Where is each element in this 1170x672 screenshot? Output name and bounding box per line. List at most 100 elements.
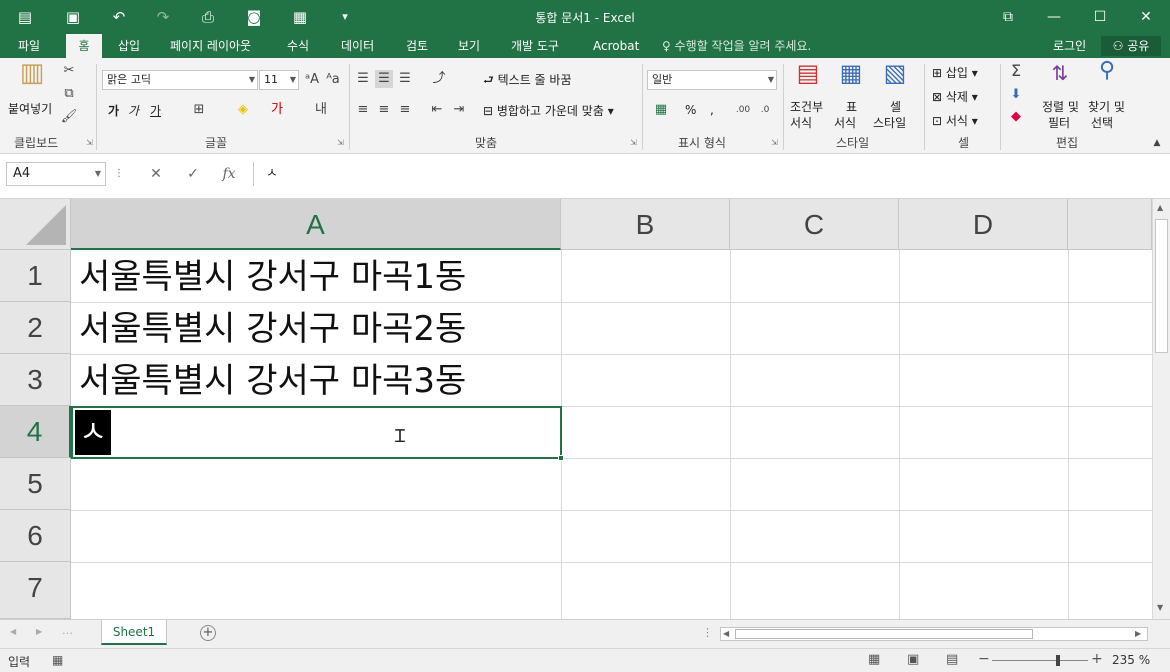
horizontal-scrollbar[interactable]: ◀ ▶ (720, 627, 1148, 641)
alignment-launcher-icon[interactable]: ⇲ (630, 138, 637, 147)
scroll-right-icon[interactable]: ▶ (1135, 629, 1141, 638)
close-button[interactable]: ✕ (1123, 0, 1169, 34)
page-break-view-icon[interactable]: ▤ (946, 652, 958, 667)
conditional-format-button[interactable]: 조건부 (790, 98, 823, 115)
zoom-out-icon[interactable]: − (978, 651, 990, 667)
column-header-b[interactable]: B (561, 199, 730, 250)
zoom-slider-track[interactable] (992, 660, 1088, 661)
orientation-icon[interactable]: ⤴ (428, 70, 450, 88)
cell-styles-button-line2[interactable]: 스타일 (873, 114, 906, 131)
tab-acrobat[interactable]: Acrobat (585, 34, 647, 58)
tab-formulas[interactable]: 수식 (279, 34, 317, 58)
tab-view[interactable]: 보기 (450, 34, 488, 58)
font-launcher-icon[interactable]: ⇲ (337, 138, 344, 147)
cut-icon[interactable]: ✂ (60, 62, 78, 80)
tab-split-grip-icon[interactable]: ⋮ (702, 626, 713, 639)
next-sheet-icon[interactable]: ▶ (36, 627, 42, 636)
clear-icon[interactable]: ◆ (1006, 108, 1026, 126)
insert-cells-button[interactable]: ⊞ 삽입 ▾ (932, 64, 978, 81)
sort-filter-icon[interactable]: ⇅ (1045, 63, 1075, 83)
italic-button[interactable]: 가 (128, 102, 139, 119)
tab-developer[interactable]: 개발 도구 (503, 34, 567, 58)
bold-button[interactable]: 가 (108, 102, 119, 119)
format-cells-button[interactable]: ⊡ 서식 ▾ (932, 112, 978, 129)
find-select-button[interactable]: 찾기 및 (1088, 98, 1125, 115)
decrease-indent-icon[interactable]: ⇤ (428, 101, 446, 119)
increase-indent-icon[interactable]: ⇥ (450, 101, 468, 119)
align-right-icon[interactable]: ≡ (396, 101, 414, 119)
bottom-align-icon[interactable]: ☰ (396, 70, 414, 88)
cell-styles-icon[interactable]: ▧ (880, 61, 910, 85)
ribbon-display-options-button[interactable]: ⧉ (985, 0, 1031, 34)
decrease-font-icon[interactable]: ᴬa (324, 71, 342, 89)
sort-filter-button[interactable]: 정렬 및 (1042, 98, 1079, 115)
row-header-4[interactable]: 4 (0, 406, 71, 458)
paste-button[interactable]: 붙여넣기 (8, 100, 52, 117)
increase-font-icon[interactable]: ᵃA (303, 71, 321, 89)
conditional-format-button-line2[interactable]: 서식 (790, 114, 812, 131)
conditional-format-icon[interactable]: ▤ (793, 61, 823, 85)
cell-styles-button[interactable]: 셀 (890, 98, 901, 115)
cell-a3[interactable]: 서울특별시 강서구 마곡3동 (71, 356, 466, 406)
column-header-c[interactable]: C (730, 199, 899, 250)
format-table-button-line2[interactable]: 서식 (834, 114, 856, 131)
page-layout-view-icon[interactable]: ▣ (907, 652, 919, 667)
column-header-d[interactable]: D (899, 199, 1068, 250)
row-header-7[interactable]: 7 (0, 562, 71, 619)
percent-button[interactable]: % (685, 103, 696, 117)
tab-review[interactable]: 검토 (398, 34, 436, 58)
cell-a2[interactable]: 서울특별시 강서구 마곡2동 (71, 304, 466, 354)
borders-icon[interactable]: ⊞ (190, 101, 208, 119)
autosum-icon[interactable]: Σ (1006, 62, 1026, 80)
font-color-icon[interactable]: 가 (268, 101, 286, 119)
top-align-icon[interactable]: ☰ (354, 70, 372, 88)
insert-function-button[interactable]: fx (214, 162, 244, 186)
copy-icon[interactable]: ⧉ (60, 85, 78, 103)
sheet-tab-sheet1[interactable]: Sheet1 (101, 620, 167, 645)
paste-icon[interactable]: ▥ (14, 60, 50, 94)
share-button[interactable]: ⚇ 공유 (1101, 36, 1161, 56)
scroll-left-icon[interactable]: ◀ (723, 629, 729, 638)
collapse-ribbon-icon[interactable]: ▲ (1150, 134, 1164, 152)
enter-entry-button[interactable]: ✓ (178, 162, 208, 186)
middle-align-icon[interactable]: ☰ (375, 70, 393, 88)
format-painter-icon[interactable]: 🖌 (60, 108, 78, 126)
column-header-e[interactable] (1068, 199, 1152, 250)
new-sheet-icon[interactable]: + (200, 625, 216, 641)
font-name-select[interactable]: 맑은 고딕 ▼ (102, 70, 258, 90)
tab-home[interactable]: 홈 (66, 34, 102, 58)
horizontal-scroll-thumb[interactable] (735, 629, 1033, 639)
worksheet-grid[interactable]: A B C D 1 2 3 4 5 6 7 서울특별시 강서구 마곡1동 서울특… (0, 199, 1152, 619)
cancel-entry-button[interactable]: ✕ (141, 162, 171, 186)
increase-decimal-icon[interactable]: .00 (733, 101, 753, 119)
normal-view-icon[interactable]: ▦ (868, 652, 880, 667)
scroll-down-icon[interactable]: ▼ (1157, 603, 1163, 612)
find-select-button-line2[interactable]: 선택 (1091, 114, 1113, 131)
number-format-select[interactable]: 일반 ▼ (647, 70, 777, 90)
fill-color-icon[interactable]: ◈ (234, 101, 252, 119)
formula-bar-grip-icon[interactable]: ⋮ (112, 162, 126, 186)
tell-me-search[interactable]: ♀ 수행할 작업을 알려 주세요. (662, 34, 811, 58)
minimize-button[interactable]: — (1031, 0, 1077, 34)
align-center-icon[interactable]: ≡ (375, 101, 393, 119)
row-header-3[interactable]: 3 (0, 354, 71, 406)
prev-sheet-icon[interactable]: ◀ (10, 627, 16, 636)
wrap-text-button[interactable]: ⮐ 텍스트 줄 바꿈 (483, 71, 572, 92)
fill-icon[interactable]: ⬇ (1006, 86, 1026, 104)
fill-handle[interactable] (558, 455, 564, 461)
sort-filter-button-line2[interactable]: 필터 (1048, 114, 1070, 131)
row-header-5[interactable]: 5 (0, 458, 71, 510)
vertical-scroll-thumb[interactable] (1155, 219, 1168, 353)
row-header-2[interactable]: 2 (0, 302, 71, 354)
number-launcher-icon[interactable]: ⇲ (771, 138, 778, 147)
accounting-format-icon[interactable]: ▦ (650, 101, 672, 119)
zoom-slider-thumb[interactable] (1056, 655, 1060, 666)
tab-insert[interactable]: 삽입 (110, 34, 148, 58)
macro-record-icon[interactable]: ▦ (52, 653, 63, 667)
format-table-button[interactable]: 표 (846, 98, 857, 115)
merge-center-button[interactable]: ⊟ 병합하고 가운데 맞춤 ▾ (483, 102, 614, 119)
zoom-in-icon[interactable]: + (1091, 651, 1103, 667)
more-sheets-icon[interactable]: … (62, 624, 73, 637)
row-header-1[interactable]: 1 (0, 250, 71, 302)
tab-data[interactable]: 데이터 (333, 34, 382, 58)
